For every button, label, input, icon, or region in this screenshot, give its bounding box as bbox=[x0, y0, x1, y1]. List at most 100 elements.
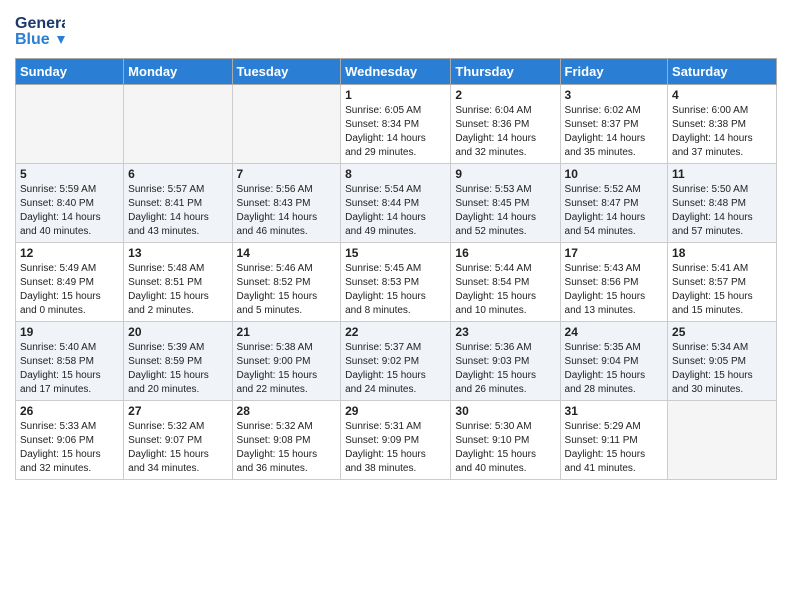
calendar-cell: 1 Sunrise: 6:05 AM Sunset: 8:34 PM Daylig… bbox=[341, 85, 451, 164]
calendar-cell: 21 Sunrise: 5:38 AM Sunset: 9:00 PM Dayli… bbox=[232, 322, 341, 401]
cell-info: Sunrise: 5:30 AM Sunset: 9:10 PM Dayligh… bbox=[455, 420, 555, 476]
calendar-cell: 10 Sunrise: 5:52 AM Sunset: 8:47 PM Dayli… bbox=[560, 164, 668, 243]
weekday-header-saturday: Saturday bbox=[668, 59, 777, 85]
calendar-cell: 2 Sunrise: 6:04 AM Sunset: 8:36 PM Daylig… bbox=[451, 85, 560, 164]
cell-info: Sunrise: 5:44 AM Sunset: 8:54 PM Dayligh… bbox=[455, 262, 555, 318]
cell-info: Sunrise: 5:59 AM Sunset: 8:40 PM Dayligh… bbox=[20, 183, 119, 239]
cell-info: Sunrise: 5:31 AM Sunset: 9:09 PM Dayligh… bbox=[345, 420, 446, 476]
day-number: 13 bbox=[128, 246, 227, 260]
weekday-header-wednesday: Wednesday bbox=[341, 59, 451, 85]
calendar-cell: 12 Sunrise: 5:49 AM Sunset: 8:49 PM Dayli… bbox=[16, 243, 124, 322]
cell-info: Sunrise: 5:41 AM Sunset: 8:57 PM Dayligh… bbox=[672, 262, 772, 318]
week-row-2: 12 Sunrise: 5:49 AM Sunset: 8:49 PM Dayli… bbox=[16, 243, 777, 322]
day-number: 20 bbox=[128, 325, 227, 339]
day-number: 12 bbox=[20, 246, 119, 260]
cell-info: Sunrise: 5:32 AM Sunset: 9:08 PM Dayligh… bbox=[237, 420, 337, 476]
calendar-cell bbox=[124, 85, 232, 164]
day-number: 31 bbox=[565, 404, 664, 418]
cell-info: Sunrise: 6:05 AM Sunset: 8:34 PM Dayligh… bbox=[345, 104, 446, 160]
calendar-cell: 9Sunrise: 5:53 AM Sunset: 8:45 PM Daylig… bbox=[451, 164, 560, 243]
calendar-cell: 4 Sunrise: 6:00 AM Sunset: 8:38 PM Daylig… bbox=[668, 85, 777, 164]
day-number: 22 bbox=[345, 325, 446, 339]
day-number: 21 bbox=[237, 325, 337, 339]
day-number: 18 bbox=[672, 246, 772, 260]
cell-info: Sunrise: 5:45 AM Sunset: 8:53 PM Dayligh… bbox=[345, 262, 446, 318]
calendar-cell: 3 Sunrise: 6:02 AM Sunset: 8:37 PM Daylig… bbox=[560, 85, 668, 164]
cell-info: Sunrise: 5:35 AM Sunset: 9:04 PM Dayligh… bbox=[565, 341, 664, 397]
svg-text:General: General bbox=[15, 15, 65, 32]
day-number: 25 bbox=[672, 325, 772, 339]
day-number: 29 bbox=[345, 404, 446, 418]
calendar-cell: 7 Sunrise: 5:56 AM Sunset: 8:43 PM Daylig… bbox=[232, 164, 341, 243]
day-number: 16 bbox=[455, 246, 555, 260]
cell-info: Sunrise: 6:02 AM Sunset: 8:37 PM Dayligh… bbox=[565, 104, 664, 160]
cell-info: Sunrise: 5:34 AM Sunset: 9:05 PM Dayligh… bbox=[672, 341, 772, 397]
cell-info: Sunrise: 5:36 AM Sunset: 9:03 PM Dayligh… bbox=[455, 341, 555, 397]
day-number: 6 bbox=[128, 167, 227, 181]
header: General Blue bbox=[15, 10, 777, 50]
weekday-header-friday: Friday bbox=[560, 59, 668, 85]
week-row-3: 19 Sunrise: 5:40 AM Sunset: 8:58 PM Dayli… bbox=[16, 322, 777, 401]
cell-info: Sunrise: 6:04 AM Sunset: 8:36 PM Dayligh… bbox=[455, 104, 555, 160]
day-number: 8 bbox=[345, 167, 446, 181]
calendar-cell: 14Sunrise: 5:46 AM Sunset: 8:52 PM Dayli… bbox=[232, 243, 341, 322]
cell-info: Sunrise: 5:33 AM Sunset: 9:06 PM Dayligh… bbox=[20, 420, 119, 476]
day-number: 5 bbox=[20, 167, 119, 181]
calendar-cell: 31 Sunrise: 5:29 AM Sunset: 9:11 PM Dayli… bbox=[560, 401, 668, 480]
day-number: 10 bbox=[565, 167, 664, 181]
cell-info: Sunrise: 5:54 AM Sunset: 8:44 PM Dayligh… bbox=[345, 183, 446, 239]
logo: General Blue bbox=[15, 10, 69, 50]
day-number: 23 bbox=[455, 325, 555, 339]
cell-info: Sunrise: 5:56 AM Sunset: 8:43 PM Dayligh… bbox=[237, 183, 337, 239]
week-row-0: 1 Sunrise: 6:05 AM Sunset: 8:34 PM Daylig… bbox=[16, 85, 777, 164]
calendar-cell: 27Sunrise: 5:32 AM Sunset: 9:07 PM Dayli… bbox=[124, 401, 232, 480]
weekday-header-tuesday: Tuesday bbox=[232, 59, 341, 85]
cell-info: Sunrise: 5:53 AM Sunset: 8:45 PM Dayligh… bbox=[455, 183, 555, 239]
calendar-cell: 17 Sunrise: 5:43 AM Sunset: 8:56 PM Dayli… bbox=[560, 243, 668, 322]
calendar-cell: 8 Sunrise: 5:54 AM Sunset: 8:44 PM Daylig… bbox=[341, 164, 451, 243]
calendar-cell: 29 Sunrise: 5:31 AM Sunset: 9:09 PM Dayli… bbox=[341, 401, 451, 480]
day-number: 24 bbox=[565, 325, 664, 339]
week-row-1: 5 Sunrise: 5:59 AM Sunset: 8:40 PM Daylig… bbox=[16, 164, 777, 243]
calendar-cell bbox=[668, 401, 777, 480]
day-number: 7 bbox=[237, 167, 337, 181]
cell-info: Sunrise: 5:52 AM Sunset: 8:47 PM Dayligh… bbox=[565, 183, 664, 239]
weekday-header-row: SundayMondayTuesdayWednesdayThursdayFrid… bbox=[16, 59, 777, 85]
day-number: 28 bbox=[237, 404, 337, 418]
day-number: 3 bbox=[565, 88, 664, 102]
cell-info: Sunrise: 5:43 AM Sunset: 8:56 PM Dayligh… bbox=[565, 262, 664, 318]
calendar-cell: 28 Sunrise: 5:32 AM Sunset: 9:08 PM Dayli… bbox=[232, 401, 341, 480]
cell-info: Sunrise: 5:46 AM Sunset: 8:52 PM Dayligh… bbox=[237, 262, 337, 318]
day-number: 11 bbox=[672, 167, 772, 181]
calendar-cell: 15 Sunrise: 5:45 AM Sunset: 8:53 PM Dayli… bbox=[341, 243, 451, 322]
weekday-header-sunday: Sunday bbox=[16, 59, 124, 85]
day-number: 27 bbox=[128, 404, 227, 418]
day-number: 30 bbox=[455, 404, 555, 418]
calendar-cell: 16 Sunrise: 5:44 AM Sunset: 8:54 PM Dayli… bbox=[451, 243, 560, 322]
weekday-header-monday: Monday bbox=[124, 59, 232, 85]
cell-info: Sunrise: 6:00 AM Sunset: 8:38 PM Dayligh… bbox=[672, 104, 772, 160]
cell-info: Sunrise: 5:40 AM Sunset: 8:58 PM Dayligh… bbox=[20, 341, 119, 397]
day-number: 1 bbox=[345, 88, 446, 102]
day-number: 17 bbox=[565, 246, 664, 260]
calendar-cell: 18 Sunrise: 5:41 AM Sunset: 8:57 PM Dayli… bbox=[668, 243, 777, 322]
calendar-cell bbox=[232, 85, 341, 164]
calendar-cell: 23 Sunrise: 5:36 AM Sunset: 9:03 PM Dayli… bbox=[451, 322, 560, 401]
cell-info: Sunrise: 5:57 AM Sunset: 8:41 PM Dayligh… bbox=[128, 183, 227, 239]
calendar-cell: 26Sunrise: 5:33 AM Sunset: 9:06 PM Dayli… bbox=[16, 401, 124, 480]
day-number: 19 bbox=[20, 325, 119, 339]
calendar-cell: 6 Sunrise: 5:57 AM Sunset: 8:41 PM Daylig… bbox=[124, 164, 232, 243]
day-number: 4 bbox=[672, 88, 772, 102]
cell-info: Sunrise: 5:37 AM Sunset: 9:02 PM Dayligh… bbox=[345, 341, 446, 397]
cell-info: Sunrise: 5:49 AM Sunset: 8:49 PM Dayligh… bbox=[20, 262, 119, 318]
cell-info: Sunrise: 5:38 AM Sunset: 9:00 PM Dayligh… bbox=[237, 341, 337, 397]
calendar-cell: 25 Sunrise: 5:34 AM Sunset: 9:05 PM Dayli… bbox=[668, 322, 777, 401]
day-number: 2 bbox=[455, 88, 555, 102]
cell-info: Sunrise: 5:50 AM Sunset: 8:48 PM Dayligh… bbox=[672, 183, 772, 239]
day-number: 15 bbox=[345, 246, 446, 260]
weekday-header-thursday: Thursday bbox=[451, 59, 560, 85]
calendar-cell bbox=[16, 85, 124, 164]
calendar-cell: 22 Sunrise: 5:37 AM Sunset: 9:02 PM Dayli… bbox=[341, 322, 451, 401]
cell-info: Sunrise: 5:29 AM Sunset: 9:11 PM Dayligh… bbox=[565, 420, 664, 476]
calendar-cell: 19 Sunrise: 5:40 AM Sunset: 8:58 PM Dayli… bbox=[16, 322, 124, 401]
